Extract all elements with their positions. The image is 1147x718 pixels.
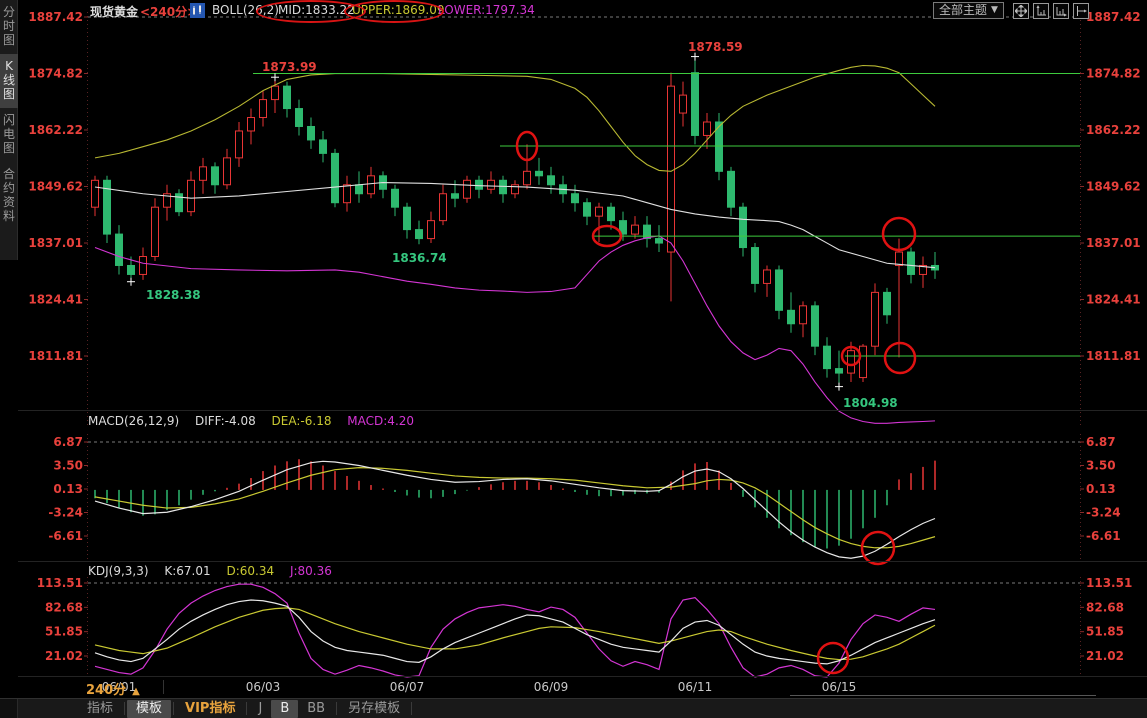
tab-vip-indicators[interactable]: VIP指标 bbox=[176, 700, 244, 718]
divider bbox=[336, 702, 337, 715]
tab-b[interactable]: B bbox=[271, 700, 298, 718]
svg-text:1828.38: 1828.38 bbox=[146, 288, 201, 302]
macd-dea-value: DEA:-6.18 bbox=[272, 414, 332, 428]
annotation-circle-upper bbox=[344, 0, 444, 23]
svg-text:-6.61: -6.61 bbox=[48, 529, 83, 543]
svg-text:1874.82: 1874.82 bbox=[28, 66, 83, 80]
svg-text:113.51: 113.51 bbox=[1086, 576, 1132, 590]
markers-layer: 1873.99 1878.59 1828.38 1836.74 1804.98 bbox=[127, 40, 898, 410]
svg-text:21.02: 21.02 bbox=[1086, 649, 1124, 663]
svg-text:06/03: 06/03 bbox=[246, 680, 281, 694]
svg-text:1811.81: 1811.81 bbox=[28, 349, 83, 363]
chevron-down-icon: ▼ bbox=[991, 3, 998, 18]
bottom-toolbar: 指标 模板 VIP指标 J B BB 另存模板 bbox=[0, 698, 1147, 718]
svg-text:1837.01: 1837.01 bbox=[28, 236, 83, 250]
separator-kdj-dates bbox=[18, 676, 1147, 677]
svg-text:3.50: 3.50 bbox=[53, 459, 83, 473]
axis-scale-horizontal-icon[interactable] bbox=[1053, 3, 1069, 19]
kdj-k-value: K:67.01 bbox=[164, 564, 210, 578]
kdj-title: KDJ(9,3,3) bbox=[88, 564, 149, 578]
shift-right-icon[interactable] bbox=[1073, 3, 1089, 19]
toolbar-corner bbox=[0, 699, 18, 718]
svg-text:1804.98: 1804.98 bbox=[843, 396, 898, 410]
sidebar: 分时图 K线图 闪电图 合约资料 bbox=[0, 0, 18, 718]
date-axis: 06/0106/0306/0706/0906/1106/15 bbox=[102, 680, 857, 694]
tab-indicators[interactable]: 指标 bbox=[78, 700, 122, 718]
tab-save-template[interactable]: 另存模板 bbox=[339, 700, 409, 718]
kdj-d-value: D:60.34 bbox=[226, 564, 274, 578]
svg-text:0.13: 0.13 bbox=[53, 482, 83, 496]
candles-layer bbox=[92, 57, 939, 387]
svg-text:0.13: 0.13 bbox=[1086, 482, 1116, 496]
svg-text:06/09: 06/09 bbox=[534, 680, 569, 694]
symbol-name[interactable]: 现货黄金 bbox=[90, 3, 138, 20]
macd-macd-value: MACD:4.20 bbox=[347, 414, 414, 428]
kdj-header: KDJ(9,3,3) K:67.01 D:60.34 J:80.36 bbox=[88, 564, 344, 578]
period-label[interactable]: <240分> bbox=[140, 3, 197, 20]
svg-text:1836.74: 1836.74 bbox=[392, 251, 447, 265]
tab-j[interactable]: J bbox=[249, 700, 271, 718]
scrollbar[interactable] bbox=[790, 695, 1096, 696]
svg-text:6.87: 6.87 bbox=[53, 435, 83, 449]
svg-text:21.02: 21.02 bbox=[45, 649, 83, 663]
axis-scale-vertical-icon[interactable] bbox=[1033, 3, 1049, 19]
macd-title: MACD(26,12,9) bbox=[88, 414, 179, 428]
svg-text:1849.62: 1849.62 bbox=[28, 179, 83, 193]
divider bbox=[411, 702, 412, 715]
divider bbox=[173, 702, 174, 715]
kline-icon bbox=[190, 3, 205, 18]
chart-header: 现货黄金 <240分> BOLL(26,2) MID:1833.22 UPPER… bbox=[0, 0, 1147, 22]
svg-text:-3.24: -3.24 bbox=[48, 506, 83, 520]
divider bbox=[124, 702, 125, 715]
svg-text:82.68: 82.68 bbox=[45, 600, 83, 614]
macd-diff-value: DIFF:-4.08 bbox=[195, 414, 256, 428]
svg-text:-3.24: -3.24 bbox=[1086, 506, 1121, 520]
sidebar-rail: 分时图 K线图 闪电图 合约资料 bbox=[0, 0, 18, 260]
svg-text:06/15: 06/15 bbox=[822, 680, 857, 694]
svg-text:51.85: 51.85 bbox=[1086, 625, 1124, 639]
svg-text:06/07: 06/07 bbox=[390, 680, 425, 694]
svg-text:82.68: 82.68 bbox=[1086, 600, 1124, 614]
hlines-layer bbox=[253, 73, 1080, 356]
separator-macd-kdj bbox=[18, 561, 1147, 562]
svg-text:1878.59: 1878.59 bbox=[688, 40, 743, 54]
svg-text:1811.81: 1811.81 bbox=[1086, 349, 1141, 363]
svg-text:1824.41: 1824.41 bbox=[28, 293, 83, 307]
kdj-j-value: J:80.36 bbox=[290, 564, 332, 578]
svg-text:1849.62: 1849.62 bbox=[1086, 179, 1141, 193]
sidebar-item-flashchart[interactable]: 闪电图 bbox=[0, 108, 18, 162]
chart-canvas[interactable]: 1887.421887.421874.821874.821862.221862.… bbox=[0, 0, 1147, 718]
tab-templates[interactable]: 模板 bbox=[127, 700, 171, 718]
boll-layer bbox=[95, 66, 935, 424]
svg-text:1862.22: 1862.22 bbox=[28, 123, 83, 137]
svg-text:1824.41: 1824.41 bbox=[1086, 293, 1141, 307]
period-selector[interactable]: 240分 ▲ bbox=[86, 679, 140, 698]
svg-text:1862.22: 1862.22 bbox=[1086, 123, 1141, 137]
pan-cross-icon[interactable] bbox=[1013, 3, 1029, 19]
tab-bb[interactable]: BB bbox=[298, 700, 334, 718]
trading-app: { "header": { "symbol": "现货黄金", "period"… bbox=[0, 0, 1147, 718]
period-selector-label: 240分 bbox=[86, 683, 126, 698]
svg-text:06/11: 06/11 bbox=[678, 680, 713, 694]
sidebar-item-kline[interactable]: K线图 bbox=[0, 54, 18, 108]
triangle-up-icon: ▲ bbox=[132, 686, 140, 697]
macd-header: MACD(26,12,9) DIFF:-4.08 DEA:-6.18 MACD:… bbox=[88, 414, 426, 428]
svg-text:1873.99: 1873.99 bbox=[262, 60, 317, 74]
svg-text:-6.61: -6.61 bbox=[1086, 529, 1121, 543]
separator-main-macd bbox=[18, 410, 1147, 411]
macd-layer bbox=[95, 459, 935, 558]
boll-lower-value: LOWER:1797.34 bbox=[438, 3, 535, 17]
sidebar-item-contract-info[interactable]: 合约资料 bbox=[0, 162, 18, 230]
theme-dropdown[interactable]: 全部主题 ▼ bbox=[933, 2, 1004, 19]
kdj-layer bbox=[95, 584, 935, 677]
svg-text:113.51: 113.51 bbox=[37, 576, 83, 590]
svg-text:51.85: 51.85 bbox=[45, 625, 83, 639]
divider bbox=[163, 680, 164, 694]
svg-text:1837.01: 1837.01 bbox=[1086, 236, 1141, 250]
svg-text:3.50: 3.50 bbox=[1086, 459, 1116, 473]
svg-text:6.87: 6.87 bbox=[1086, 435, 1116, 449]
divider bbox=[246, 702, 247, 715]
svg-text:1874.82: 1874.82 bbox=[1086, 66, 1141, 80]
theme-dropdown-label: 全部主题 bbox=[939, 3, 987, 18]
